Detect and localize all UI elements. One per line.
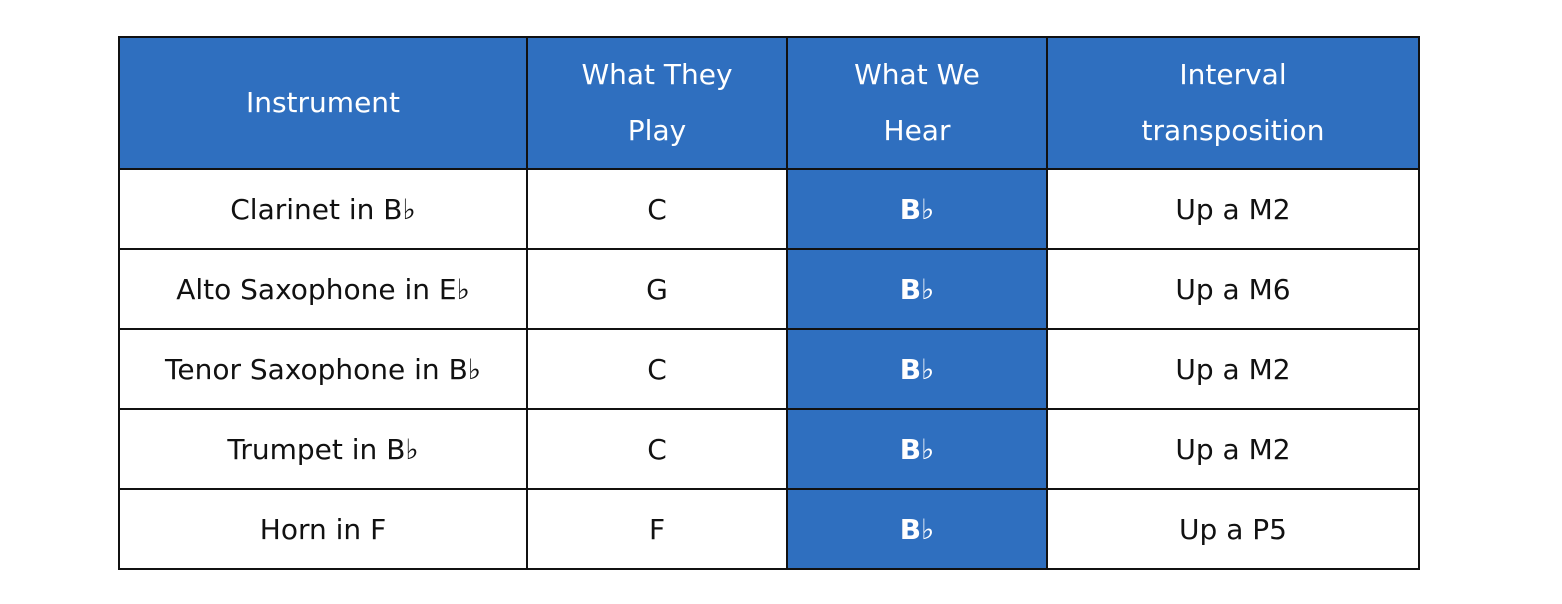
- cell-what-they-play: F: [526, 488, 788, 570]
- cell-interval: Up a P5: [1046, 488, 1420, 570]
- cell-interval: Up a M2: [1046, 408, 1420, 490]
- cell-instrument: Clarinet in B♭: [118, 168, 528, 250]
- cell-instrument: Horn in F: [118, 488, 528, 570]
- cell-what-they-play: C: [526, 168, 788, 250]
- table-row: Tenor Saxophone in B♭ C B♭ Up a M2: [118, 328, 1420, 410]
- cell-what-we-hear: B♭: [786, 248, 1048, 330]
- header-row: Instrument What They Play What We Hear I…: [118, 36, 1420, 170]
- header-interval-transposition: Interval transposition: [1046, 36, 1420, 170]
- header-what-they-play: What They Play: [526, 36, 788, 170]
- cell-what-we-hear: B♭: [786, 168, 1048, 250]
- transposition-table: Instrument What They Play What We Hear I…: [118, 36, 1420, 570]
- cell-what-we-hear: B♭: [786, 328, 1048, 410]
- cell-instrument: Trumpet in B♭: [118, 408, 528, 490]
- table-row: Clarinet in B♭ C B♭ Up a M2: [118, 168, 1420, 250]
- cell-what-they-play: C: [526, 328, 788, 410]
- header-label: transposition: [1141, 114, 1325, 147]
- header-label: Interval: [1179, 58, 1287, 91]
- header-what-we-hear: What We Hear: [786, 36, 1048, 170]
- cell-instrument: Alto Saxophone in E♭: [118, 248, 528, 330]
- table-row: Alto Saxophone in E♭ G B♭ Up a M6: [118, 248, 1420, 330]
- cell-instrument: Tenor Saxophone in B♭: [118, 328, 528, 410]
- table-row: Horn in F F B♭ Up a P5: [118, 488, 1420, 570]
- cell-what-they-play: G: [526, 248, 788, 330]
- cell-interval: Up a M2: [1046, 328, 1420, 410]
- cell-what-we-hear: B♭: [786, 488, 1048, 570]
- table-row: Trumpet in B♭ C B♭ Up a M2: [118, 408, 1420, 490]
- header-label: What We: [854, 58, 980, 91]
- cell-what-they-play: C: [526, 408, 788, 490]
- header-label: Hear: [883, 114, 951, 147]
- cell-what-we-hear: B♭: [786, 408, 1048, 490]
- cell-interval: Up a M6: [1046, 248, 1420, 330]
- header-label: Instrument: [245, 86, 401, 119]
- header-label: Play: [627, 114, 687, 147]
- header-label: What They: [581, 58, 733, 91]
- cell-interval: Up a M2: [1046, 168, 1420, 250]
- header-instrument: Instrument: [118, 36, 528, 170]
